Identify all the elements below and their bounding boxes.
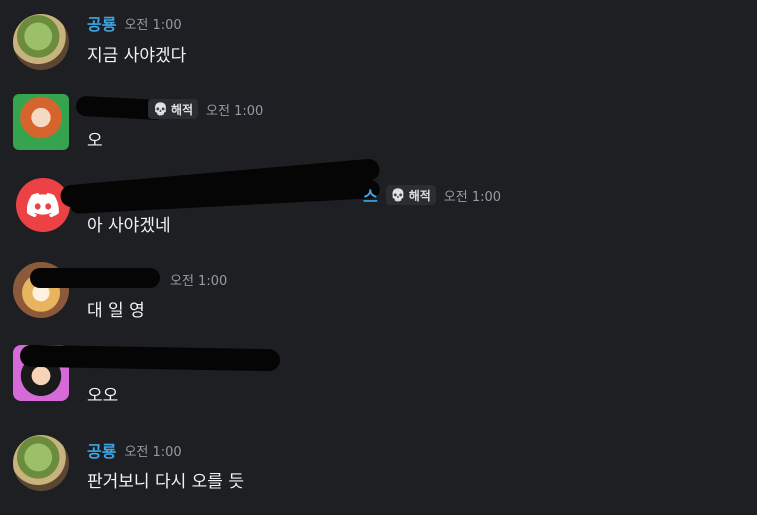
role-badge[interactable]: 💀 해적 bbox=[148, 99, 199, 119]
message-1: 공룡 오전 1:00 지금 사야겠다 bbox=[0, 8, 757, 88]
message-5: 오오 bbox=[0, 343, 757, 423]
avatar[interactable] bbox=[16, 178, 70, 232]
timestamp: 오전 1:00 bbox=[206, 103, 264, 119]
message-text: 오 bbox=[87, 131, 103, 151]
message-text: 아 사야겠네 bbox=[87, 216, 171, 236]
message-text: 판거보니 다시 오를 듯 bbox=[87, 472, 244, 492]
username[interactable]: 공룡 bbox=[87, 11, 116, 35]
message-text: 지금 사야겠다 bbox=[87, 46, 187, 66]
discord-logo-icon bbox=[27, 193, 59, 217]
username[interactable]: 스 bbox=[363, 183, 378, 207]
timestamp: 오전 1:00 bbox=[443, 189, 502, 205]
message-6: 공룡 오전 1:00 판거보니 다시 오를 듯 bbox=[0, 433, 757, 513]
message-3: 스 💀 해적 오전 1:00 아 사야겠네 bbox=[0, 158, 757, 256]
timestamp: 오전 1:00 bbox=[124, 17, 182, 33]
avatar[interactable] bbox=[13, 14, 69, 70]
skull-icon: 💀 bbox=[390, 188, 406, 202]
avatar[interactable] bbox=[13, 435, 69, 491]
avatar[interactable] bbox=[13, 94, 69, 150]
username[interactable]: 공룡 bbox=[87, 438, 116, 462]
message-2: 💀 해적 오전 1:00 오 bbox=[0, 92, 757, 172]
skull-icon: 💀 bbox=[153, 102, 168, 116]
message-text: 대 일 영 bbox=[87, 301, 145, 321]
message-text: 오오 bbox=[87, 386, 119, 406]
timestamp: 오전 1:00 bbox=[124, 444, 182, 460]
timestamp: 오전 1:00 bbox=[170, 273, 228, 289]
redacted-username bbox=[30, 268, 160, 288]
role-badge[interactable]: 💀 해적 bbox=[385, 185, 436, 205]
message-4: 오전 1:00 대 일 영 bbox=[0, 260, 757, 340]
redacted-username bbox=[19, 344, 281, 372]
